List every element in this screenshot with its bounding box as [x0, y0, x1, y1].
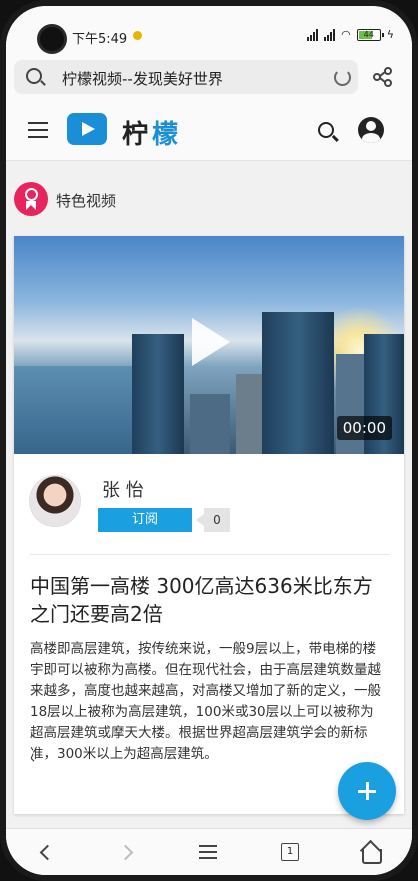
video-thumbnail-building [132, 334, 184, 454]
home-icon[interactable] [358, 841, 382, 865]
article-body: 高楼即高层建筑，按传统来说，一般9层以上，带电梯的楼宇即可以被称为高楼。但在现代… [30, 641, 381, 762]
author-avatar[interactable] [30, 476, 80, 526]
author-name[interactable]: 张 怡 [102, 476, 144, 502]
award-badge-icon [14, 182, 48, 216]
notification-dot-icon [133, 31, 142, 40]
menu-lines-icon[interactable] [196, 841, 220, 865]
article-trailing-mark: 、 [30, 750, 44, 765]
address-field[interactable]: 柠檬视频--发现美好世界 [14, 60, 358, 94]
battery-icon: 44 [356, 28, 384, 41]
front-camera [40, 27, 64, 51]
menu-icon[interactable] [28, 122, 48, 138]
section-title: 特色视频 [56, 192, 117, 210]
status-bar: 下午5:49 ◠ 44 ϟ [6, 6, 412, 54]
browser-address-bar: 柠檬视频--发现美好世界 [6, 54, 412, 100]
tabs-button[interactable]: 1 [281, 843, 299, 861]
video-card: 00:00 张 怡 订阅 0 中国第一高楼 300亿高达636米比东方之门还要高… [14, 236, 404, 814]
forward-icon[interactable] [116, 841, 140, 865]
app-header: 柠 檬 [6, 100, 412, 161]
account-icon[interactable] [358, 117, 384, 143]
reload-icon[interactable] [334, 69, 351, 86]
address-text: 柠檬视频--发现美好世界 [62, 70, 223, 88]
play-icon[interactable] [192, 318, 230, 366]
video-thumbnail-building [262, 312, 334, 454]
play-logo-icon[interactable] [67, 113, 107, 145]
video-duration: 00:00 [336, 416, 392, 440]
search-button-icon[interactable] [318, 122, 334, 138]
subscribe-button[interactable]: 订阅 [98, 508, 192, 532]
share-icon[interactable] [372, 66, 394, 88]
screen: 下午5:49 ◠ 44 ϟ 柠檬视频--发现美好世界 柠 檬 特色视频 00:0… [6, 6, 412, 875]
add-button[interactable] [338, 762, 396, 820]
brand-name-right: 檬 [152, 120, 179, 150]
search-icon [26, 68, 42, 84]
back-icon[interactable] [34, 841, 58, 865]
charging-icon: ϟ [386, 28, 394, 41]
battery-level: 44 [363, 29, 374, 39]
video-thumbnail-building [190, 394, 230, 454]
signal-icon [307, 28, 319, 41]
phone-frame: 下午5:49 ◠ 44 ϟ 柠檬视频--发现美好世界 柠 檬 特色视频 00:0… [0, 0, 418, 881]
subscriber-count: 0 [196, 508, 230, 532]
article-title[interactable]: 中国第一高楼 300亿高达636米比东方之门还要高2倍 [30, 572, 380, 628]
status-icons: ◠ 44 ϟ [307, 28, 394, 41]
video-player[interactable]: 00:00 [14, 236, 404, 454]
divider [30, 554, 390, 555]
signal-2-icon [324, 28, 336, 41]
wifi-icon: ◠ [341, 28, 351, 41]
browser-bottom-nav: 1 [6, 828, 412, 875]
brand-name-left: 柠 [122, 120, 149, 150]
status-time: 下午5:49 [72, 32, 128, 47]
